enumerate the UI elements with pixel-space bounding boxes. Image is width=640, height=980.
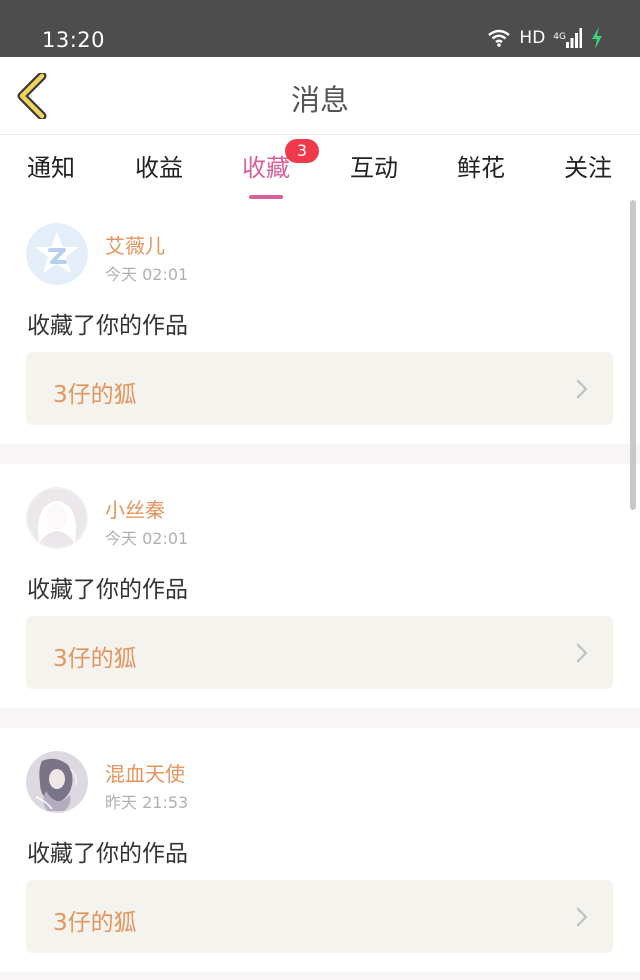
tab-label: 鲜花 [457, 154, 505, 182]
messages-page: 13:20 HD 4G 消息 通知 收益 收藏 3 互动 鲜花 关注 艾薇儿 今… [0, 0, 640, 980]
wifi-icon [488, 29, 511, 47]
status-icons: HD 4G [487, 27, 604, 49]
divider [0, 972, 640, 980]
message-list[interactable]: 艾薇儿 今天 02:01 收藏了你的作品 3仔的狐 小丝秦 今天 02:01 收… [0, 200, 640, 980]
tab-favorites[interactable]: 收藏 3 [242, 139, 319, 199]
work-title: 3仔的狐 [53, 382, 137, 408]
work-link[interactable]: 3仔的狐 [26, 880, 613, 953]
action-text: 收藏了你的作品 [27, 313, 188, 339]
work-title: 3仔的狐 [53, 646, 137, 672]
qq-star-icon [26, 223, 88, 285]
work-link[interactable]: 3仔的狐 [26, 616, 613, 689]
timestamp: 昨天 21:53 [105, 793, 189, 812]
username[interactable]: 艾薇儿 [105, 230, 165, 259]
scrollbar[interactable] [630, 200, 636, 510]
tab-earnings[interactable]: 收益 [135, 148, 183, 188]
action-text: 收藏了你的作品 [27, 841, 188, 867]
chevron-right-icon [576, 907, 588, 927]
page-title: 消息 [290, 83, 349, 117]
work-link[interactable]: 3仔的狐 [26, 352, 613, 425]
divider [0, 444, 640, 464]
tab-interactions[interactable]: 互动 [350, 148, 398, 188]
status-time: 13:20 [42, 28, 106, 52]
list-item: 小丝秦 今天 02:01 收藏了你的作品 3仔的狐 [0, 464, 640, 708]
username[interactable]: 混血天使 [105, 758, 185, 787]
active-tab-indicator [249, 195, 283, 199]
network-4g-label: 4G [553, 32, 566, 42]
avatar[interactable] [26, 751, 88, 813]
tab-flowers[interactable]: 鲜花 [457, 148, 505, 188]
timestamp: 今天 02:01 [105, 265, 189, 284]
timestamp: 今天 02:01 [105, 529, 189, 548]
list-item: 混血天使 昨天 21:53 收藏了你的作品 3仔的狐 [0, 728, 640, 972]
tab-label: 互动 [350, 154, 398, 182]
tab-notifications[interactable]: 通知 [27, 148, 75, 188]
avatar[interactable] [26, 223, 88, 285]
work-title: 3仔的狐 [53, 910, 137, 936]
tab-bar: 通知 收益 收藏 3 互动 鲜花 关注 [0, 135, 640, 200]
chevron-right-icon [576, 379, 588, 399]
action-text: 收藏了你的作品 [27, 577, 188, 603]
username[interactable]: 小丝秦 [105, 494, 165, 523]
tab-follows[interactable]: 关注 [564, 148, 612, 188]
tab-label: 收藏 [242, 154, 290, 182]
status-bar: 13:20 HD 4G [0, 0, 640, 57]
photo-avatar [26, 751, 88, 813]
default-avatar-icon [26, 487, 88, 549]
unread-badge: 3 [285, 139, 319, 163]
signal-indicator: 4G [553, 28, 582, 48]
divider [0, 708, 640, 728]
tab-label: 通知 [27, 154, 75, 182]
header: 消息 [0, 57, 640, 135]
tab-label: 收益 [135, 154, 183, 182]
battery-charging-icon [592, 27, 602, 49]
network-hd-label: HD [519, 28, 546, 48]
signal-icon [566, 28, 582, 48]
tab-label: 关注 [564, 154, 612, 182]
chevron-right-icon [576, 643, 588, 663]
list-item: 艾薇儿 今天 02:01 收藏了你的作品 3仔的狐 [0, 200, 640, 444]
avatar[interactable] [26, 487, 88, 549]
